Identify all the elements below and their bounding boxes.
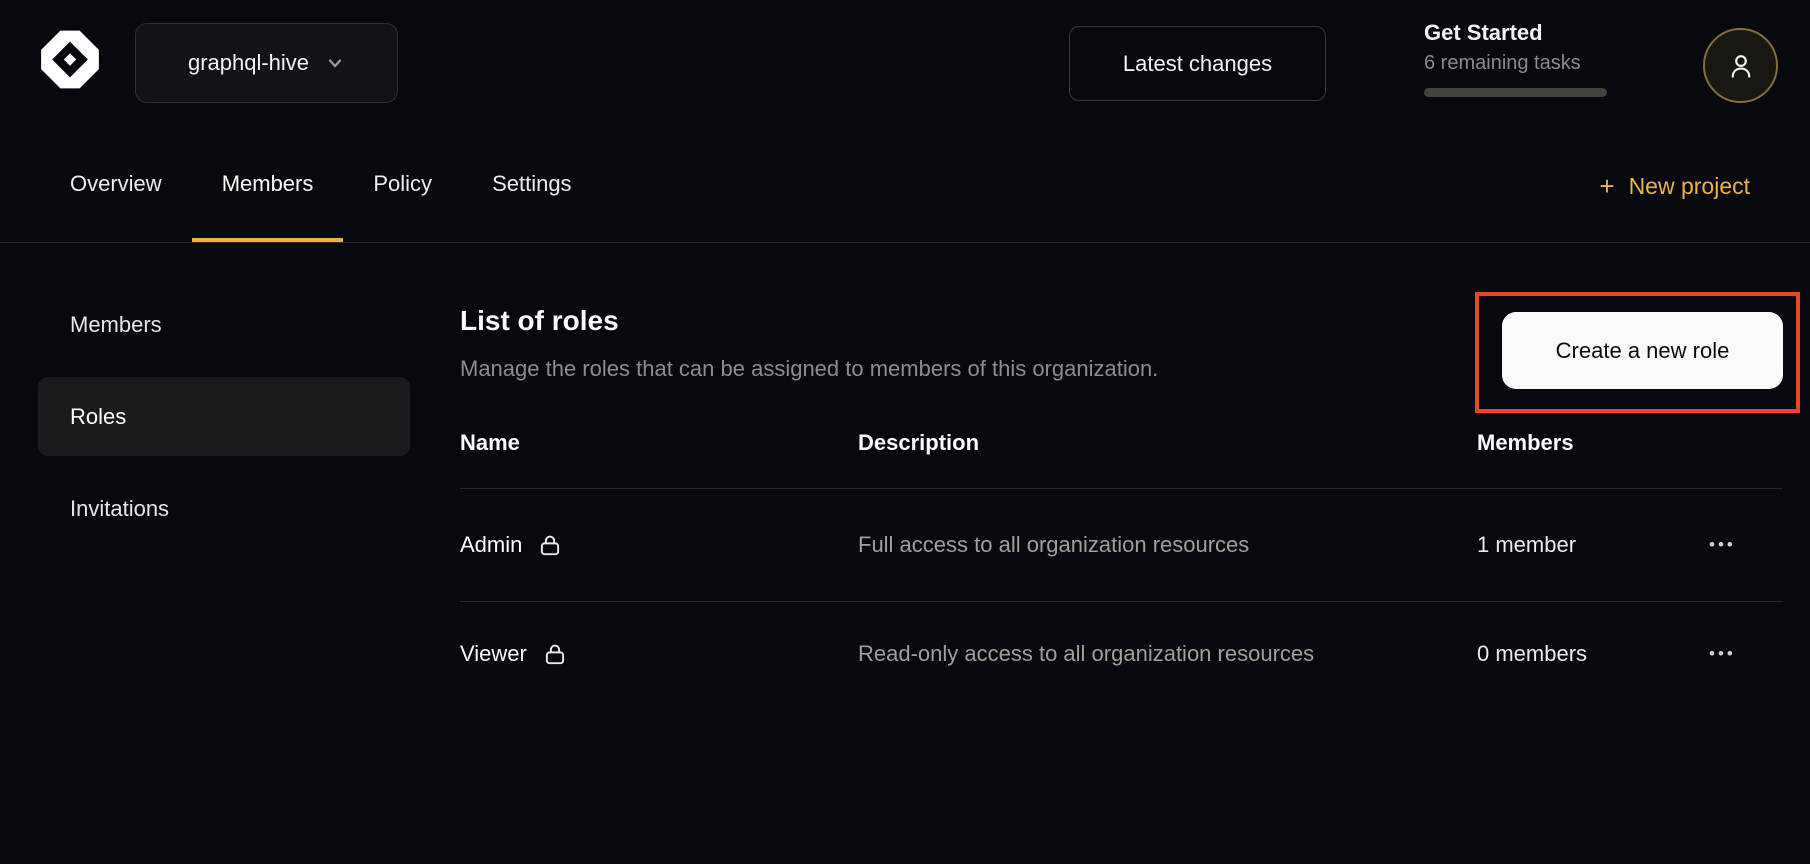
sidebar-item-roles[interactable]: Roles [38, 377, 410, 456]
tab-members[interactable]: Members [192, 130, 344, 242]
latest-changes-button[interactable]: Latest changes [1069, 26, 1326, 101]
get-started-remaining-tasks: 6 remaining tasks [1424, 52, 1614, 75]
org-name: graphql-hive [188, 50, 309, 76]
column-header-description: Description [858, 430, 1477, 456]
row-menu-button[interactable]: ••• [1707, 529, 1738, 561]
table-row-viewer: Viewer Read-only access to all organizat… [460, 602, 1783, 706]
role-members-count: 1 member [1477, 532, 1707, 558]
get-started-title: Get Started [1424, 20, 1614, 46]
header: graphql-hive Latest changes Get Started … [0, 0, 1810, 130]
column-header-members: Members [1477, 430, 1707, 456]
new-project-label: New project [1629, 173, 1750, 200]
hive-logo-icon [37, 26, 103, 98]
tab-overview[interactable]: Overview [40, 130, 192, 242]
home-link[interactable] [37, 28, 103, 95]
sidebar-item-invitations[interactable]: Invitations [38, 469, 410, 548]
create-role-button[interactable]: Create a new role [1502, 312, 1783, 389]
get-started-progress-bar [1424, 88, 1607, 97]
roles-panel: List of roles Manage the roles that can … [460, 243, 1810, 864]
sidebar-item-members[interactable]: Members [38, 285, 410, 364]
user-icon [1724, 49, 1758, 83]
role-description: Read-only access to all organization res… [858, 634, 1338, 674]
role-description: Full access to all organization resource… [858, 525, 1338, 565]
members-sidebar: Members Roles Invitations [0, 243, 460, 864]
tab-policy[interactable]: Policy [343, 130, 462, 242]
table-header-row: Name Description Members [460, 430, 1783, 489]
content-area: Members Roles Invitations List of roles … [0, 243, 1810, 864]
lock-icon [537, 532, 563, 558]
table-row-admin: Admin Full access to all organization re… [460, 489, 1783, 602]
new-project-button[interactable]: + New project [1599, 130, 1750, 242]
column-header-name: Name [460, 430, 858, 456]
role-name: Viewer [460, 641, 527, 667]
annotation-highlight-box: Create a new role [1475, 292, 1800, 413]
avatar[interactable] [1703, 28, 1778, 103]
roles-table: Name Description Members Admin Full acce… [460, 430, 1783, 706]
get-started-widget[interactable]: Get Started 6 remaining tasks [1424, 20, 1614, 97]
plus-icon: + [1599, 173, 1614, 199]
role-members-count: 0 members [1477, 641, 1707, 667]
row-menu-button[interactable]: ••• [1707, 638, 1738, 670]
chevron-down-icon [325, 53, 345, 73]
lock-icon [542, 641, 568, 667]
role-name: Admin [460, 532, 522, 558]
org-tabbar: Overview Members Policy Settings + New p… [0, 130, 1810, 243]
org-selector-button[interactable]: graphql-hive [135, 23, 398, 103]
tab-settings[interactable]: Settings [462, 130, 602, 242]
